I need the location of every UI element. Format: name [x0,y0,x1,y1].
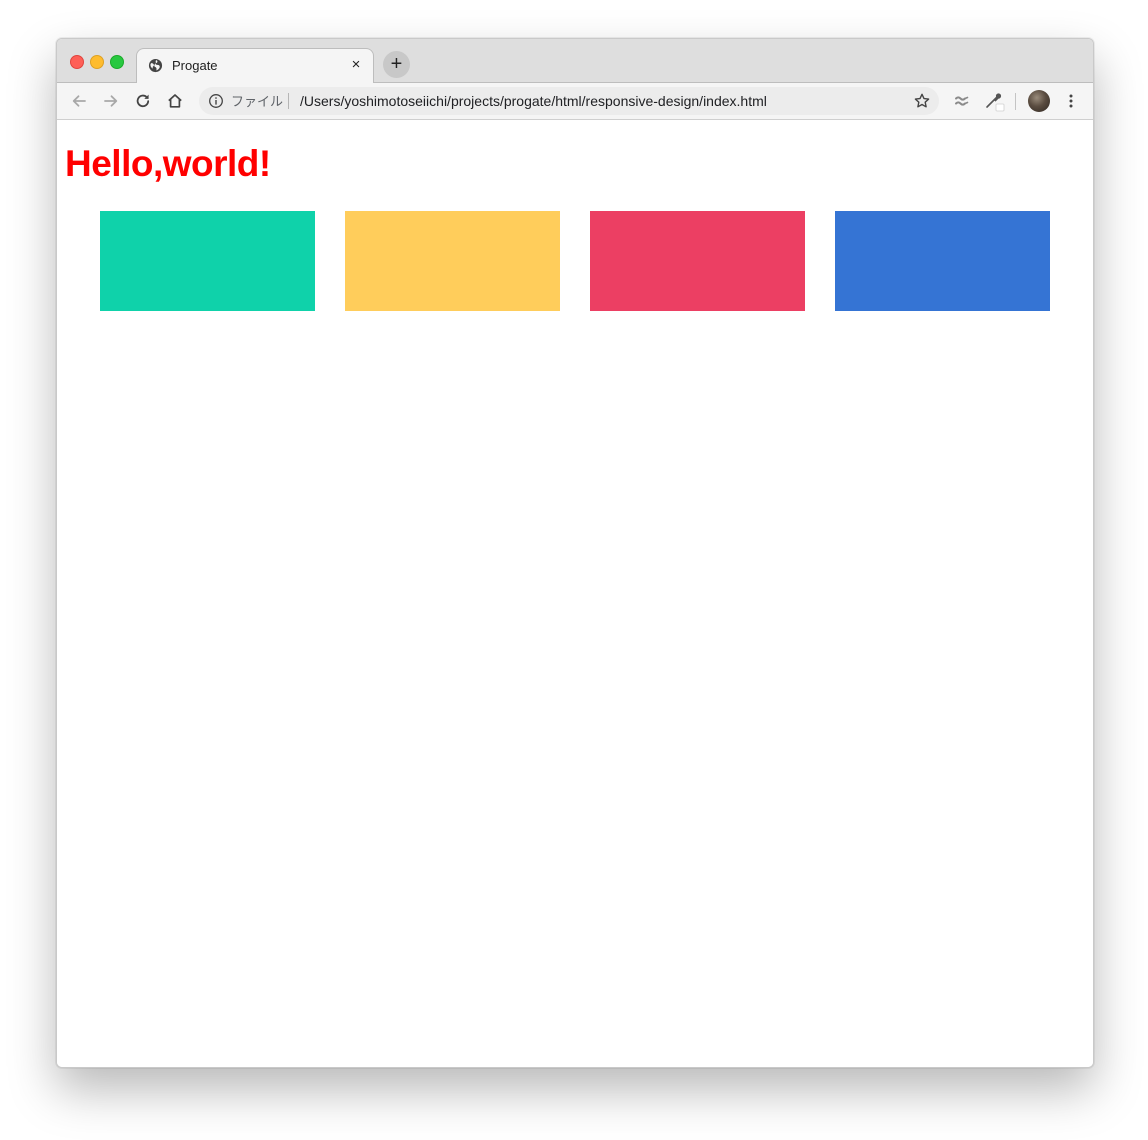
browser-menu-button[interactable] [1060,90,1082,112]
eyedropper-extension-button[interactable] [983,90,1005,112]
security-label: ファイル [231,94,284,109]
tab-close-icon[interactable]: × [347,56,365,74]
forward-button[interactable] [100,90,122,112]
reload-button[interactable] [132,90,154,112]
home-button[interactable] [164,90,186,112]
color-box [835,211,1050,311]
tab-title: Progate [172,58,218,73]
back-arrow-icon [72,95,86,107]
browser-toolbar: ファイル /Users/yoshimotoseiichi/projects/pr… [57,83,1093,120]
color-box [590,211,805,311]
reload-icon [136,94,150,108]
color-box [345,211,560,311]
browser-tab[interactable]: Progate × [136,48,374,83]
info-icon[interactable] [208,93,224,109]
extension-icon [955,96,969,106]
color-box [100,211,315,311]
kebab-menu-icon [1069,94,1073,108]
new-tab-button[interactable]: + [383,51,410,78]
page-heading: Hello,world! [65,143,271,184]
window-maximize-button[interactable] [110,55,124,69]
color-box-row [100,211,1050,311]
extension-button[interactable] [951,90,973,112]
url-text[interactable]: /Users/yoshimotoseiichi/projects/progate… [300,94,767,109]
toolbar-divider [1015,93,1016,110]
window-close-button[interactable] [70,55,84,69]
back-button[interactable] [68,90,90,112]
tab-strip: Progate × + [57,39,1093,83]
globe-icon [148,58,163,73]
eyedropper-icon [986,93,1005,112]
star-icon[interactable] [913,92,931,110]
page-viewport: Hello,world! [57,120,1093,1067]
browser-window: Progate × + ファイル /Users/yoshimotoseiichi… [56,38,1094,1068]
omnibox-divider [288,93,289,109]
address-bar[interactable]: ファイル /Users/yoshimotoseiichi/projects/pr… [199,87,939,115]
forward-arrow-icon [104,95,118,107]
window-minimize-button[interactable] [90,55,104,69]
profile-avatar[interactable] [1028,90,1050,112]
home-icon [168,94,182,108]
